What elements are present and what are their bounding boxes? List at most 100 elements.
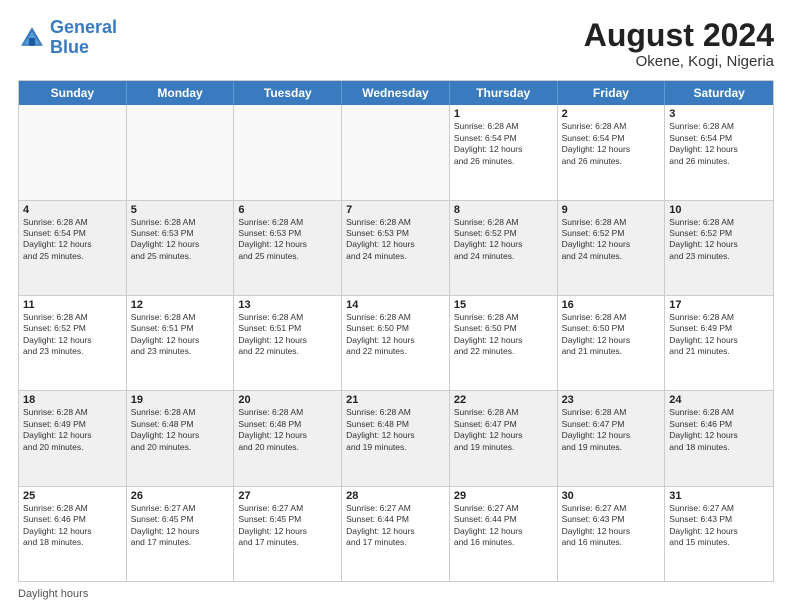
calendar-header: Sunday Monday Tuesday Wednesday Thursday…	[19, 81, 773, 105]
day-info-13: Sunrise: 6:28 AM Sunset: 6:51 PM Dayligh…	[238, 312, 337, 358]
day-info-17: Sunrise: 6:28 AM Sunset: 6:49 PM Dayligh…	[669, 312, 769, 358]
day-info-6: Sunrise: 6:28 AM Sunset: 6:53 PM Dayligh…	[238, 217, 337, 263]
day-num-30: 30	[562, 490, 661, 502]
day-info-30: Sunrise: 6:27 AM Sunset: 6:43 PM Dayligh…	[562, 503, 661, 549]
cal-row-3: 18Sunrise: 6:28 AM Sunset: 6:49 PM Dayli…	[19, 390, 773, 485]
day-num-31: 31	[669, 490, 769, 502]
footer-label: Daylight hours	[18, 588, 88, 600]
cal-cell-2-3: 14Sunrise: 6:28 AM Sunset: 6:50 PM Dayli…	[342, 296, 450, 390]
cal-cell-1-0: 4Sunrise: 6:28 AM Sunset: 6:54 PM Daylig…	[19, 201, 127, 295]
day-info-12: Sunrise: 6:28 AM Sunset: 6:51 PM Dayligh…	[131, 312, 230, 358]
day-num-11: 11	[23, 299, 122, 311]
cal-cell-0-0	[19, 105, 127, 199]
day-info-11: Sunrise: 6:28 AM Sunset: 6:52 PM Dayligh…	[23, 312, 122, 358]
day-num-18: 18	[23, 394, 122, 406]
day-num-9: 9	[562, 204, 661, 216]
day-info-4: Sunrise: 6:28 AM Sunset: 6:54 PM Dayligh…	[23, 217, 122, 263]
day-num-17: 17	[669, 299, 769, 311]
cal-cell-4-4: 29Sunrise: 6:27 AM Sunset: 6:44 PM Dayli…	[450, 487, 558, 581]
header-wednesday: Wednesday	[342, 81, 450, 105]
cal-cell-4-2: 27Sunrise: 6:27 AM Sunset: 6:45 PM Dayli…	[234, 487, 342, 581]
cal-cell-3-6: 24Sunrise: 6:28 AM Sunset: 6:46 PM Dayli…	[665, 391, 773, 485]
calendar-body: 1 Sunrise: 6:28 AM Sunset: 6:54 PM Daylig…	[19, 105, 773, 581]
page: General Blue August 2024 Okene, Kogi, Ni…	[0, 0, 792, 612]
cal-cell-2-2: 13Sunrise: 6:28 AM Sunset: 6:51 PM Dayli…	[234, 296, 342, 390]
day-info-10: Sunrise: 6:28 AM Sunset: 6:52 PM Dayligh…	[669, 217, 769, 263]
cal-cell-3-5: 23Sunrise: 6:28 AM Sunset: 6:47 PM Dayli…	[558, 391, 666, 485]
cal-cell-3-4: 22Sunrise: 6:28 AM Sunset: 6:47 PM Dayli…	[450, 391, 558, 485]
day-info-3: Sunrise: 6:28 AM Sunset: 6:54 PM Dayligh…	[669, 121, 769, 167]
day-num-10: 10	[669, 204, 769, 216]
cal-cell-3-0: 18Sunrise: 6:28 AM Sunset: 6:49 PM Dayli…	[19, 391, 127, 485]
cal-cell-0-5: 2Sunrise: 6:28 AM Sunset: 6:54 PM Daylig…	[558, 105, 666, 199]
cal-cell-3-3: 21Sunrise: 6:28 AM Sunset: 6:48 PM Dayli…	[342, 391, 450, 485]
month-year: August 2024	[584, 18, 774, 53]
cal-cell-1-6: 10Sunrise: 6:28 AM Sunset: 6:52 PM Dayli…	[665, 201, 773, 295]
day-info-7: Sunrise: 6:28 AM Sunset: 6:53 PM Dayligh…	[346, 217, 445, 263]
day-num-20: 20	[238, 394, 337, 406]
day-num-27: 27	[238, 490, 337, 502]
day-num-14: 14	[346, 299, 445, 311]
cal-cell-3-2: 20Sunrise: 6:28 AM Sunset: 6:48 PM Dayli…	[234, 391, 342, 485]
cal-row-4: 25Sunrise: 6:28 AM Sunset: 6:46 PM Dayli…	[19, 486, 773, 581]
cal-cell-1-5: 9Sunrise: 6:28 AM Sunset: 6:52 PM Daylig…	[558, 201, 666, 295]
cal-cell-2-1: 12Sunrise: 6:28 AM Sunset: 6:51 PM Dayli…	[127, 296, 235, 390]
day-info-14: Sunrise: 6:28 AM Sunset: 6:50 PM Dayligh…	[346, 312, 445, 358]
day-info-19: Sunrise: 6:28 AM Sunset: 6:48 PM Dayligh…	[131, 407, 230, 453]
cal-cell-2-0: 11Sunrise: 6:28 AM Sunset: 6:52 PM Dayli…	[19, 296, 127, 390]
day-info-29: Sunrise: 6:27 AM Sunset: 6:44 PM Dayligh…	[454, 503, 553, 549]
cal-cell-1-1: 5Sunrise: 6:28 AM Sunset: 6:53 PM Daylig…	[127, 201, 235, 295]
day-num-3: 3	[669, 108, 769, 120]
cal-cell-0-6: 3Sunrise: 6:28 AM Sunset: 6:54 PM Daylig…	[665, 105, 773, 199]
cal-cell-1-3: 7Sunrise: 6:28 AM Sunset: 6:53 PM Daylig…	[342, 201, 450, 295]
day-num-8: 8	[454, 204, 553, 216]
cal-cell-3-1: 19Sunrise: 6:28 AM Sunset: 6:48 PM Dayli…	[127, 391, 235, 485]
day-num-24: 24	[669, 394, 769, 406]
cal-cell-1-2: 6Sunrise: 6:28 AM Sunset: 6:53 PM Daylig…	[234, 201, 342, 295]
day-info-18: Sunrise: 6:28 AM Sunset: 6:49 PM Dayligh…	[23, 407, 122, 453]
cal-cell-2-5: 16Sunrise: 6:28 AM Sunset: 6:50 PM Dayli…	[558, 296, 666, 390]
cal-cell-4-0: 25Sunrise: 6:28 AM Sunset: 6:46 PM Dayli…	[19, 487, 127, 581]
day-num-19: 19	[131, 394, 230, 406]
day-num-21: 21	[346, 394, 445, 406]
day-num-4: 4	[23, 204, 122, 216]
cal-cell-0-1	[127, 105, 235, 199]
day-info-22: Sunrise: 6:28 AM Sunset: 6:47 PM Dayligh…	[454, 407, 553, 453]
cal-cell-4-3: 28Sunrise: 6:27 AM Sunset: 6:44 PM Dayli…	[342, 487, 450, 581]
day-info-20: Sunrise: 6:28 AM Sunset: 6:48 PM Dayligh…	[238, 407, 337, 453]
day-info-26: Sunrise: 6:27 AM Sunset: 6:45 PM Dayligh…	[131, 503, 230, 549]
day-info-9: Sunrise: 6:28 AM Sunset: 6:52 PM Dayligh…	[562, 217, 661, 263]
day-info-16: Sunrise: 6:28 AM Sunset: 6:50 PM Dayligh…	[562, 312, 661, 358]
day-info-28: Sunrise: 6:27 AM Sunset: 6:44 PM Dayligh…	[346, 503, 445, 549]
day-num-16: 16	[562, 299, 661, 311]
cal-row-0: 1 Sunrise: 6:28 AM Sunset: 6:54 PM Daylig…	[19, 105, 773, 199]
header-tuesday: Tuesday	[234, 81, 342, 105]
cal-row-1: 4Sunrise: 6:28 AM Sunset: 6:54 PM Daylig…	[19, 200, 773, 295]
cal-cell-1-4: 8Sunrise: 6:28 AM Sunset: 6:52 PM Daylig…	[450, 201, 558, 295]
day-info-31: Sunrise: 6:27 AM Sunset: 6:43 PM Dayligh…	[669, 503, 769, 549]
logo: General Blue	[18, 18, 117, 58]
cal-cell-2-6: 17Sunrise: 6:28 AM Sunset: 6:49 PM Dayli…	[665, 296, 773, 390]
day-info-5: Sunrise: 6:28 AM Sunset: 6:53 PM Dayligh…	[131, 217, 230, 263]
day-num-15: 15	[454, 299, 553, 311]
cal-cell-0-2	[234, 105, 342, 199]
day-num-5: 5	[131, 204, 230, 216]
day-num-25: 25	[23, 490, 122, 502]
day-num-6: 6	[238, 204, 337, 216]
title-block: August 2024 Okene, Kogi, Nigeria	[584, 18, 774, 70]
day-info-27: Sunrise: 6:27 AM Sunset: 6:45 PM Dayligh…	[238, 503, 337, 549]
calendar: Sunday Monday Tuesday Wednesday Thursday…	[18, 80, 774, 582]
cal-cell-2-4: 15Sunrise: 6:28 AM Sunset: 6:50 PM Dayli…	[450, 296, 558, 390]
day-info-23: Sunrise: 6:28 AM Sunset: 6:47 PM Dayligh…	[562, 407, 661, 453]
day-num-23: 23	[562, 394, 661, 406]
day-num-26: 26	[131, 490, 230, 502]
header-sunday: Sunday	[19, 81, 127, 105]
day-info-24: Sunrise: 6:28 AM Sunset: 6:46 PM Dayligh…	[669, 407, 769, 453]
header-saturday: Saturday	[665, 81, 773, 105]
day-num-1: 1	[454, 108, 553, 120]
day-num-2: 2	[562, 108, 661, 120]
header-friday: Friday	[558, 81, 666, 105]
day-num-22: 22	[454, 394, 553, 406]
day-info-25: Sunrise: 6:28 AM Sunset: 6:46 PM Dayligh…	[23, 503, 122, 549]
cal-cell-4-6: 31Sunrise: 6:27 AM Sunset: 6:43 PM Dayli…	[665, 487, 773, 581]
